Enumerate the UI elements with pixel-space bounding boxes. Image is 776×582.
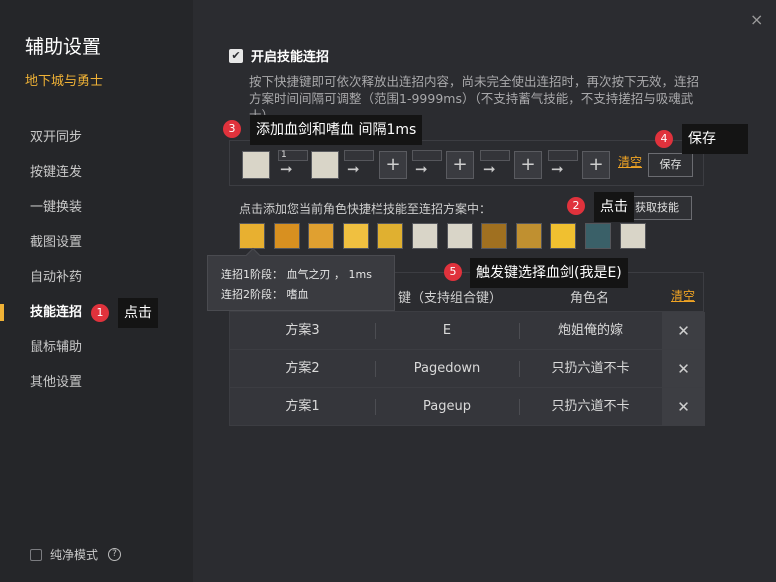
table-row[interactable]: 方案3 E 炮姐俺的嫁 ✕ [230, 311, 705, 350]
arrow-right-icon: ➞ [280, 160, 293, 178]
plan-character: 只扔六道不卡 [551, 361, 630, 376]
pure-mode-toggle[interactable]: 纯净模式 ? [30, 546, 122, 563]
sidebar-item-quick-equip[interactable]: 一键换装 [0, 190, 193, 225]
tooltip-line-2: 连招2阶段： 嗜血 [221, 288, 309, 301]
empty-slot-icon[interactable] [447, 223, 473, 249]
skill-hint: 点击添加您当前角色快捷栏技能至连招方案中： [239, 202, 492, 216]
combo-sequence-box: 1 ➞ ➞ + ➞ + ➞ + ➞ + 清空 保存 [229, 140, 704, 186]
skill-5-icon[interactable] [377, 223, 403, 249]
app-title: 辅助设置 [25, 36, 102, 58]
sidebar-item-auto-potion[interactable]: 自动补药 [0, 260, 193, 295]
combo-slot-2[interactable] [311, 151, 339, 179]
skill-8-icon[interactable] [481, 223, 507, 249]
pure-mode-label: 纯净模式 [50, 548, 99, 562]
plan-character: 炮姐俺的嫁 [557, 323, 623, 338]
skill-9-icon[interactable] [516, 223, 542, 249]
delete-plan-icon[interactable]: ✕ [662, 350, 705, 388]
close-icon[interactable]: × [750, 10, 763, 29]
arrow-right-icon: ➞ [551, 160, 564, 178]
table-row[interactable]: 方案1 Pageup 只扔六道不卡 ✕ [230, 387, 705, 426]
empty-slot-icon[interactable] [412, 223, 438, 249]
skill-3-icon[interactable] [308, 223, 334, 249]
enable-combo-label: 开启技能连招 [251, 50, 330, 65]
combo-slot-6[interactable]: + [582, 151, 610, 179]
plan-key: Pagedown [413, 361, 481, 376]
callout-3: 添加血剑和嗜血 间隔1ms [250, 115, 423, 145]
plan-name: 方案2 [285, 361, 320, 376]
step-badge-4: 4 [655, 130, 673, 148]
combo-clear-link[interactable]: 清空 [618, 153, 642, 170]
callout-2: 点击 [594, 192, 634, 222]
sidebar-item-mouse-assist[interactable]: 鼠标辅助 [0, 330, 193, 365]
sidebar-item-screenshot[interactable]: 截图设置 [0, 225, 193, 260]
arrow-right-icon: ➞ [415, 160, 428, 178]
combo-tooltip: 连招1阶段： 血气之刃 ， 1ms 连招2阶段： 嗜血 [207, 247, 395, 311]
table-row[interactable]: 方案2 Pagedown 只扔六道不卡 ✕ [230, 349, 705, 388]
enable-combo-row[interactable]: ✔ 开启技能连招 [229, 46, 329, 65]
arrow-right-icon: ➞ [347, 160, 360, 178]
skill-2-icon[interactable] [274, 223, 300, 249]
callout-4: 保存 [682, 124, 748, 154]
tooltip-line-1: 连招1阶段： 血气之刃 ， 1ms [221, 268, 372, 281]
skill-11-icon[interactable] [585, 223, 611, 249]
plans-clear-link[interactable]: 清空 [671, 287, 695, 304]
help-icon[interactable]: ? [108, 548, 122, 561]
sidebar-nav: 双开同步 按键连发 一键换装 截图设置 自动补药 技能连招 鼠标辅助 其他设置 [0, 120, 193, 400]
combo-slot-3[interactable]: + [379, 151, 407, 179]
skill-1-icon[interactable] [239, 223, 265, 249]
combo-description: 按下快捷键即可依次释放出连招内容，尚未完全使出连招时，再次按下无效，连招方案时间… [249, 74, 700, 118]
skill-10-icon[interactable] [550, 223, 576, 249]
combo-slot-1[interactable] [242, 151, 270, 179]
step-badge-5: 5 [444, 263, 462, 281]
skill-4-icon[interactable] [343, 223, 369, 249]
combo-slot-5[interactable]: + [514, 151, 542, 179]
step-badge-3: 3 [223, 120, 241, 138]
callout-5: 触发键选择血剑(我是E) [470, 258, 628, 288]
sidebar-item-key-repeat[interactable]: 按键连发 [0, 155, 193, 190]
step-badge-1: 1 [91, 304, 109, 322]
sidebar-item-other[interactable]: 其他设置 [0, 365, 193, 400]
combo-slot-4[interactable]: + [446, 151, 474, 179]
step-badge-2: 2 [567, 197, 585, 215]
sidebar: 辅助设置 地下城与勇士 双开同步 按键连发 一键换装 截图设置 自动补药 技能连… [0, 0, 193, 582]
pure-mode-checkbox[interactable] [30, 548, 42, 561]
column-character: 角色名 [570, 291, 610, 306]
plan-key: E [442, 323, 452, 338]
callout-1: 点击 [118, 298, 158, 328]
sidebar-item-dual-sync[interactable]: 双开同步 [0, 120, 193, 155]
delete-plan-icon[interactable]: ✕ [662, 388, 705, 426]
plan-character: 只扔六道不卡 [551, 399, 630, 414]
plan-name: 方案3 [285, 323, 320, 338]
empty-slot-icon[interactable] [620, 223, 646, 249]
plan-name: 方案1 [285, 399, 320, 414]
game-name: 地下城与勇士 [25, 74, 104, 89]
enable-combo-checkbox[interactable]: ✔ [229, 48, 243, 63]
delete-plan-icon[interactable]: ✕ [662, 312, 705, 350]
plan-key: Pageup [423, 399, 471, 414]
save-button[interactable]: 保存 [648, 153, 693, 177]
arrow-right-icon: ➞ [483, 160, 496, 178]
column-hotkey: 键（支持组合键） [398, 291, 503, 306]
